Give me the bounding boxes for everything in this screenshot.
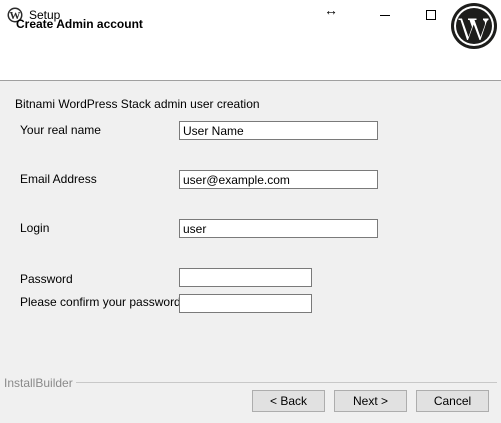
- maximize-button[interactable]: [408, 0, 454, 30]
- minimize-button[interactable]: [362, 0, 408, 30]
- form-intro-text: Bitnami WordPress Stack admin user creat…: [15, 97, 260, 111]
- wordpress-logo-icon: [451, 3, 497, 49]
- next-button[interactable]: Next >: [334, 390, 407, 412]
- installbuilder-brand: InstallBuilder: [4, 376, 73, 390]
- confirm-password-label: Please confirm your password: [20, 295, 181, 309]
- maximize-icon: [426, 10, 436, 20]
- login-field[interactable]: [179, 219, 378, 238]
- email-label: Email Address: [20, 172, 97, 186]
- footer-divider: [76, 382, 497, 383]
- back-button[interactable]: < Back: [252, 390, 325, 412]
- password-field[interactable]: [179, 268, 312, 287]
- page-title: Create Admin account: [16, 17, 143, 31]
- wizard-header: [0, 30, 501, 81]
- confirm-password-field[interactable]: [179, 294, 312, 313]
- real-name-field[interactable]: [179, 121, 378, 140]
- minimize-icon: [380, 15, 390, 16]
- next-button-label: Next >: [352, 394, 388, 408]
- email-field[interactable]: [179, 170, 378, 189]
- real-name-label: Your real name: [20, 123, 101, 137]
- cancel-button-label: Cancel: [433, 394, 472, 408]
- password-label: Password: [20, 272, 73, 286]
- login-label: Login: [20, 221, 50, 235]
- cancel-button[interactable]: Cancel: [416, 390, 489, 412]
- resize-cursor-icon: ↔: [324, 2, 338, 18]
- back-button-label: < Back: [269, 394, 308, 408]
